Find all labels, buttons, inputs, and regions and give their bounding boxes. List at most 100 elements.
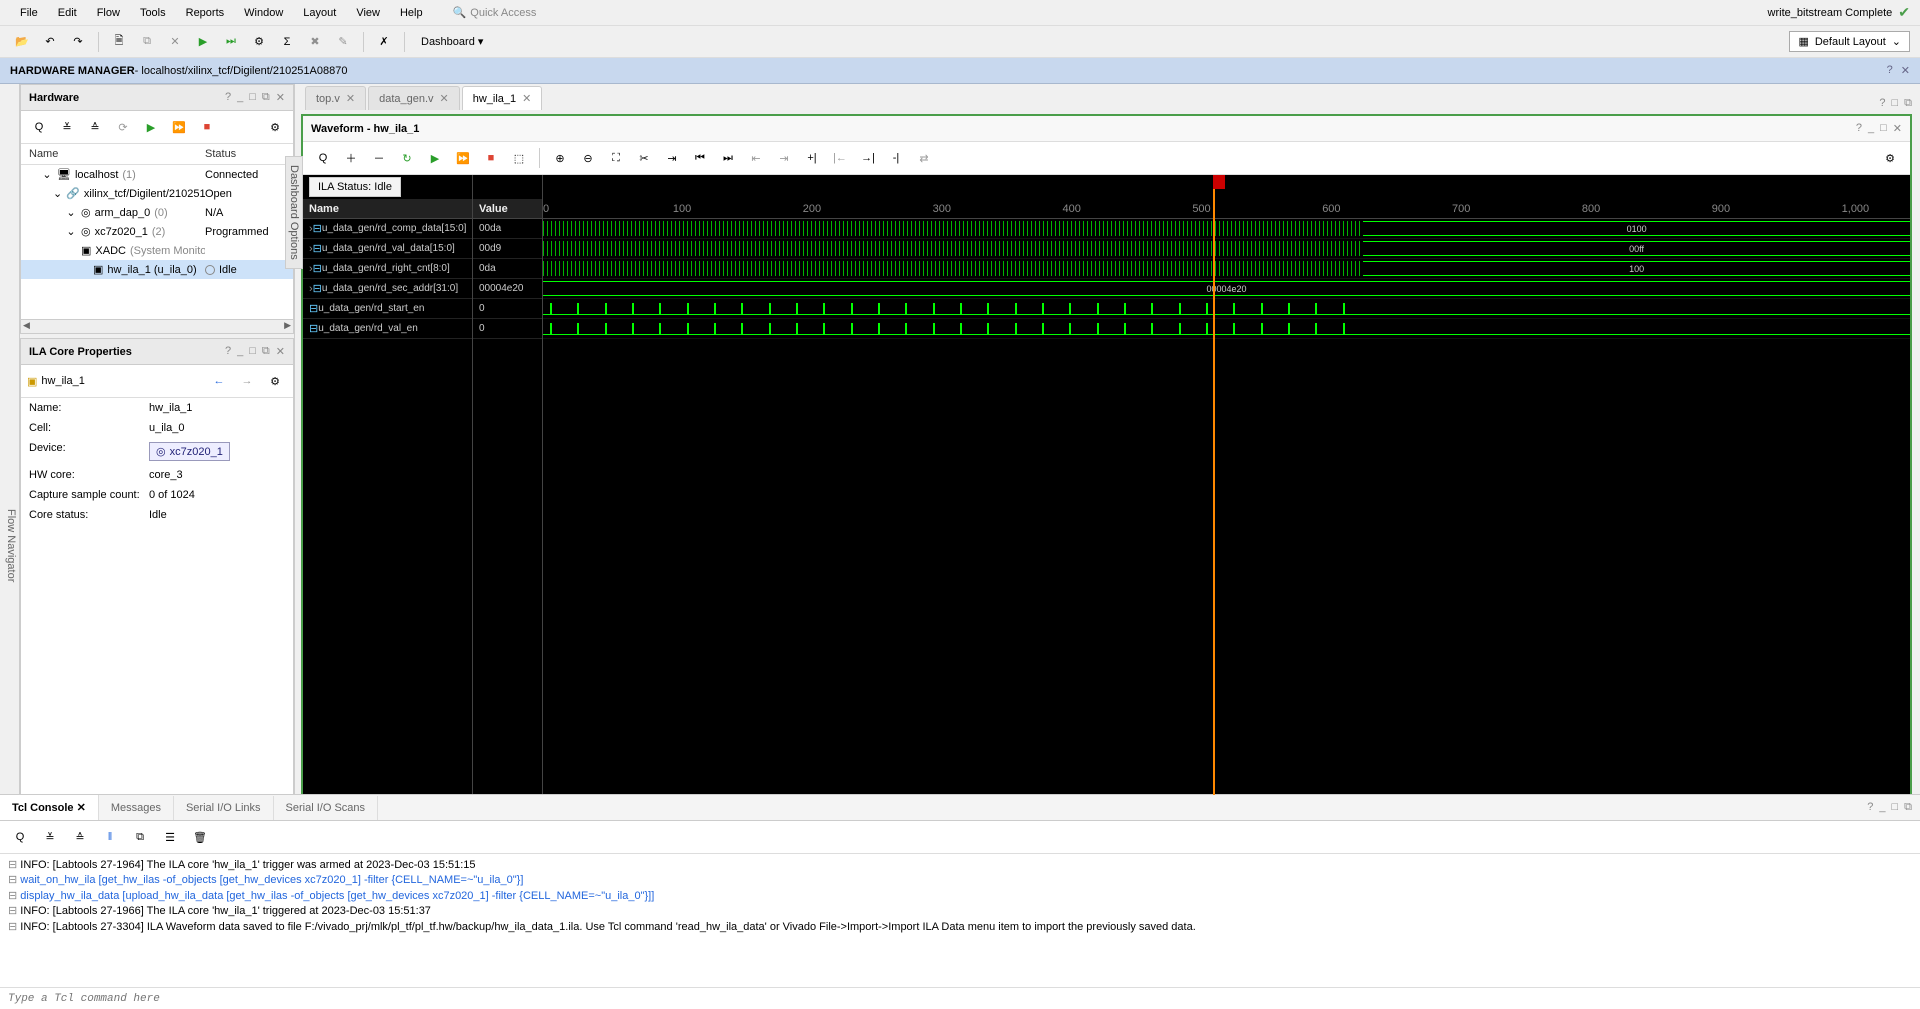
tab-serial-links[interactable]: Serial I/O Links — [174, 796, 274, 820]
h-scrollbar[interactable] — [21, 319, 293, 333]
list-icon[interactable]: ☰ — [158, 825, 182, 849]
remove-icon[interactable]: － — [367, 146, 391, 170]
cancel-icon[interactable]: ✖ — [303, 30, 327, 54]
sigma-icon[interactable]: Σ — [275, 30, 299, 54]
menu-help[interactable]: Help — [390, 3, 433, 23]
go-to-cursor-icon[interactable]: ⇥ — [660, 146, 684, 170]
run-icon[interactable]: ▶ — [423, 146, 447, 170]
back-icon[interactable]: ← — [207, 369, 231, 393]
swap-icon[interactable]: ⇄ — [912, 146, 936, 170]
signal-name[interactable]: › ⊟ u_data_gen/rd_sec_addr[31:0] — [303, 279, 472, 299]
expand-icon[interactable]: ⌄ — [65, 225, 77, 238]
maximize-icon[interactable]: □ — [1891, 801, 1898, 814]
zoom-fit-icon[interactable]: ⛶ — [604, 146, 628, 170]
quick-access[interactable]: 🔍 Quick Access — [453, 6, 537, 19]
clear-icon[interactable]: ✗ — [372, 30, 396, 54]
zoom-cursor-icon[interactable]: ✂ — [632, 146, 656, 170]
editor-tab[interactable]: hw_ila_1✕ — [462, 86, 543, 110]
restore-icon[interactable]: ⧉ — [262, 345, 270, 358]
expand-icon[interactable]: ⌄ — [53, 187, 62, 200]
close-icon[interactable]: ✕ — [1901, 64, 1910, 77]
help-icon[interactable]: ? — [1887, 64, 1893, 77]
next-trans-icon[interactable]: ⇥ — [772, 146, 796, 170]
close-icon[interactable]: ✕ — [77, 802, 86, 814]
menu-view[interactable]: View — [346, 3, 390, 23]
expand-icon[interactable]: ≙ — [68, 825, 92, 849]
stop-icon[interactable]: ■ — [479, 146, 503, 170]
hw-tree-row[interactable]: ⌄ ◎ xc7z020_1 (2)Programmed — [21, 222, 293, 241]
signal-name[interactable]: ⊟ u_data_gen/rd_val_en — [303, 319, 472, 339]
maximize-icon[interactable]: □ — [249, 91, 256, 104]
export-icon[interactable]: ⬚ — [507, 146, 531, 170]
copy-icon[interactable]: ⧉ — [128, 825, 152, 849]
wave-canvas[interactable]: 01002003004005006007008009001,000 010000… — [543, 175, 1910, 815]
search-icon[interactable]: Q — [311, 146, 335, 170]
help-icon[interactable]: ? — [1867, 801, 1873, 814]
expand-icon[interactable]: ≙ — [83, 115, 107, 139]
run-immediate-icon[interactable]: ⏩ — [451, 146, 475, 170]
tab-serial-scans[interactable]: Serial I/O Scans — [274, 796, 378, 820]
layout-dropdown[interactable]: ▦ Default Layout ⌄ — [1789, 31, 1910, 52]
menu-file[interactable]: File — [10, 3, 48, 23]
collapse-icon[interactable]: ≚ — [38, 825, 62, 849]
expand-icon[interactable]: ⊟ — [8, 905, 20, 917]
expand-icon[interactable]: ⊟ — [8, 859, 20, 871]
menu-reports[interactable]: Reports — [176, 3, 235, 23]
run-immediate-icon[interactable]: ⏩ — [167, 115, 191, 139]
open-icon[interactable]: 📂 — [10, 30, 34, 54]
editor-tab[interactable]: top.v✕ — [305, 86, 366, 110]
signal-name[interactable]: › ⊟ u_data_gen/rd_right_cnt[8:0] — [303, 259, 472, 279]
restore-icon[interactable]: ⧉ — [1904, 801, 1912, 814]
dashboard-options-tab[interactable]: Dashboard Options — [285, 156, 303, 269]
cursor-flag[interactable] — [1213, 175, 1225, 189]
close-icon[interactable]: ✕ — [440, 92, 449, 105]
maximize-icon[interactable]: □ — [249, 345, 256, 358]
zoom-in-icon[interactable]: ⊕ — [548, 146, 572, 170]
first-icon[interactable]: ⏮ — [688, 146, 712, 170]
gear-icon[interactable]: ⚙ — [263, 115, 287, 139]
next-marker-icon[interactable]: →| — [856, 146, 880, 170]
restore-icon[interactable]: ⧉ — [1904, 97, 1912, 110]
redo-icon[interactable]: ↷ — [66, 30, 90, 54]
expand-icon[interactable]: ⊟ — [8, 874, 20, 886]
search-icon[interactable]: Q — [8, 825, 32, 849]
maximize-icon[interactable]: □ — [1880, 122, 1887, 135]
help-icon[interactable]: ? — [1856, 122, 1862, 135]
close-icon[interactable]: ✕ — [522, 92, 531, 105]
edit-icon[interactable]: ✎ — [331, 30, 355, 54]
tab-tcl-console[interactable]: Tcl Console ✕ — [0, 795, 99, 820]
signal-name[interactable]: › ⊟ u_data_gen/rd_val_data[15:0] — [303, 239, 472, 259]
editor-tab[interactable]: data_gen.v✕ — [368, 86, 460, 110]
prev-trans-icon[interactable]: ⇤ — [744, 146, 768, 170]
console-log[interactable]: ⊟ INFO: [Labtools 27-1964] The ILA core … — [0, 854, 1920, 987]
restore-icon[interactable]: ⧉ — [262, 91, 270, 104]
hw-tree-row[interactable]: ▣ XADC (System Monitor) — [21, 241, 293, 260]
close-icon[interactable]: ✕ — [1893, 122, 1902, 135]
signal-name[interactable]: ⊟ u_data_gen/rd_start_en — [303, 299, 472, 319]
signal-name[interactable]: › ⊟ u_data_gen/rd_comp_data[15:0] — [303, 219, 472, 239]
pause-icon[interactable]: ‖ — [98, 825, 122, 849]
add-marker-icon[interactable]: +| — [800, 146, 824, 170]
device-link[interactable]: ◎ xc7z020_1 — [149, 442, 230, 461]
hw-tree-row[interactable]: ⌄ 🖥 localhost (1)Connected — [21, 165, 293, 184]
step-icon[interactable]: ⏭ — [219, 30, 243, 54]
run-trigger-icon[interactable]: ▶ — [139, 115, 163, 139]
minimize-icon[interactable]: _ — [237, 91, 243, 104]
save-icon[interactable]: 🗎 — [107, 30, 131, 54]
settings-icon[interactable]: ⚙ — [247, 30, 271, 54]
delete-icon[interactable]: ✕ — [163, 30, 187, 54]
gear-icon[interactable]: ⚙ — [263, 369, 287, 393]
remove-marker-icon[interactable]: -| — [884, 146, 908, 170]
menu-edit[interactable]: Edit — [48, 3, 87, 23]
add-icon[interactable]: ＋ — [339, 146, 363, 170]
tcl-command-input[interactable] — [8, 993, 1912, 1005]
help-icon[interactable]: ? — [1879, 97, 1885, 110]
undo-icon[interactable]: ↶ — [38, 30, 62, 54]
hw-tree-row[interactable]: ⌄ 🔗 xilinx_tcf/Digilent/210251A08870Open — [21, 184, 293, 203]
menu-flow[interactable]: Flow — [87, 3, 130, 23]
minimize-icon[interactable]: _ — [237, 345, 243, 358]
refresh-icon[interactable]: ⟳ — [111, 115, 135, 139]
menu-layout[interactable]: Layout — [293, 3, 346, 23]
help-icon[interactable]: ? — [225, 91, 231, 104]
close-icon[interactable]: ✕ — [346, 92, 355, 105]
